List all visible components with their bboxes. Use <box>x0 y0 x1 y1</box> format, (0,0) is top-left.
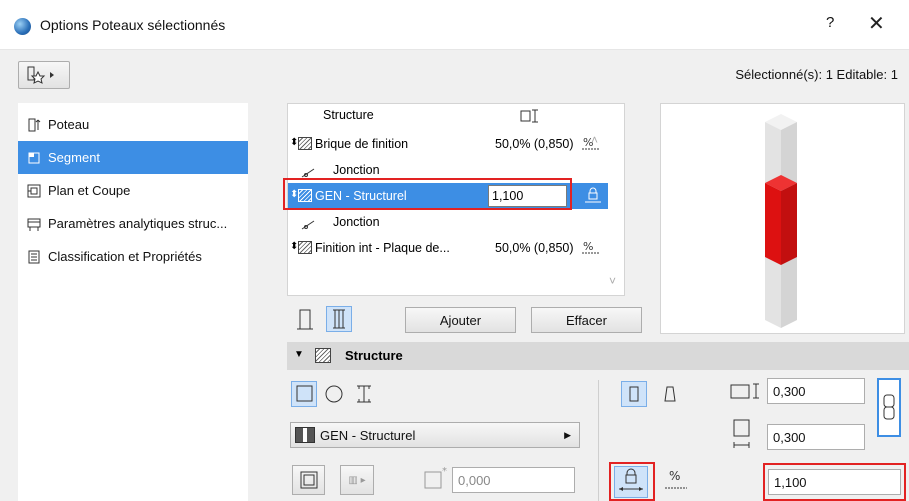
favorites-button[interactable] <box>18 61 70 89</box>
selection-info: Sélectionné(s): 1 Editable: 1 <box>735 67 898 82</box>
fill-swatch[interactable] <box>298 137 312 150</box>
help-button[interactable]: ? <box>826 14 834 31</box>
shape-profile-button[interactable] <box>351 381 377 407</box>
analytics-icon <box>27 218 41 231</box>
dropdown-arrow-icon: ▶ <box>564 430 571 440</box>
profile-icon <box>357 385 371 403</box>
nav-item-label: Plan et Coupe <box>48 183 131 198</box>
svg-text:%: % <box>669 469 680 483</box>
junction-label: Jonction <box>333 163 380 177</box>
straight-column-icon <box>297 309 313 330</box>
nav-item-analytics[interactable]: Paramètres analytiques struc... <box>18 207 248 240</box>
segment-tapered-button[interactable] <box>326 306 352 332</box>
rectangle-icon <box>296 385 313 402</box>
section-title: Structure <box>345 348 403 363</box>
nav-item-label: Poteau <box>48 117 90 132</box>
width-input[interactable]: 0,300 <box>767 378 865 404</box>
nav-item-plan-coupe[interactable]: Plan et Coupe <box>18 174 248 207</box>
delete-button[interactable]: Effacer <box>531 307 642 333</box>
collapse-arrow-icon[interactable]: ▼ <box>294 349 304 360</box>
percent-core-icon[interactable]: % <box>663 466 691 496</box>
veneer-arrow-icon: ▥ ▸ <box>348 474 366 486</box>
favorites-icon <box>27 66 54 84</box>
layer-value: 50,0% (0,850) <box>495 137 574 151</box>
layer-name: Finition int - Plaque de... <box>315 241 450 255</box>
layer-row[interactable]: ⬍ Finition int - Plaque de... 50,0% (0,8… <box>288 235 608 261</box>
lock-core-icon <box>619 468 643 491</box>
column-3d-preview <box>765 114 797 328</box>
layer-name: Brique de finition <box>315 137 409 151</box>
segment-icon <box>28 152 40 163</box>
svg-text:%: % <box>583 240 593 253</box>
archicad-logo-icon <box>14 18 31 35</box>
section-divider <box>598 380 599 501</box>
offset-input[interactable]: 0,000 <box>452 467 575 493</box>
column-tapered-button[interactable] <box>657 381 683 407</box>
title-bar: Options Poteaux sélectionnés ? ✕ <box>0 0 909 50</box>
veneer-dropdown[interactable]: ▥ ▸ <box>340 465 374 495</box>
shape-circle-button[interactable] <box>321 381 347 407</box>
column-preview <box>660 103 905 334</box>
core-height-input[interactable]: 1,100 <box>768 469 901 495</box>
depth-input[interactable]: 0,300 <box>767 424 865 450</box>
column-straight-button[interactable] <box>621 381 647 407</box>
tapered-profile-icon <box>664 386 676 402</box>
circle-icon <box>325 385 343 403</box>
junction-label: Jonction <box>333 215 380 229</box>
scroll-up-icon[interactable]: ˄ <box>591 133 598 147</box>
layer-row[interactable]: ⬍ Brique de finition 50,0% (0,850) % ˄ <box>288 131 608 157</box>
chain-link-icon <box>883 394 895 420</box>
close-button[interactable]: ✕ <box>868 11 885 35</box>
properties-icon <box>28 250 40 263</box>
fill-swatch[interactable] <box>298 241 312 254</box>
scroll-down-icon[interactable]: ˅ <box>609 274 616 288</box>
width-dimension-icon <box>730 383 759 399</box>
frame-button[interactable] <box>292 465 325 495</box>
depth-dimension-icon <box>733 419 750 448</box>
settings-nav: Poteau Segment Plan et Coupe Paramètres … <box>18 103 248 501</box>
tapered-column-icon <box>333 309 345 329</box>
straight-profile-icon <box>629 386 639 402</box>
thickness-column-icon <box>520 109 538 123</box>
fixed-core-button[interactable] <box>614 466 648 498</box>
percent-skin-icon[interactable]: % <box>581 239 603 255</box>
structure-section-header[interactable]: ▼ Structure <box>287 342 909 370</box>
nav-item-classification[interactable]: Classification et Propriétés <box>18 240 248 273</box>
window-title: Options Poteaux sélectionnés <box>40 17 226 33</box>
junction-row[interactable]: Jonction <box>288 209 608 235</box>
offset-icon: * <box>424 466 447 489</box>
layer-header-label: Structure <box>323 108 374 122</box>
segment-straight-button[interactable] <box>292 306 318 332</box>
highlight-frame <box>283 178 572 210</box>
junction-icon <box>301 220 315 230</box>
add-button[interactable]: Ajouter <box>405 307 516 333</box>
material-dropdown[interactable]: GEN - Structurel ▶ <box>290 422 580 448</box>
shape-rectangle-button[interactable] <box>291 381 317 407</box>
nav-item-segment[interactable]: Segment <box>18 141 248 174</box>
lock-thickness-icon[interactable] <box>583 186 603 204</box>
material-name: GEN - Structurel <box>320 427 416 443</box>
floorplan-icon <box>27 184 41 197</box>
junction-icon <box>301 168 315 178</box>
link-dimensions-button[interactable] <box>877 378 901 437</box>
svg-text:*: * <box>442 466 447 477</box>
material-swatch-icon <box>295 427 315 443</box>
frame-icon <box>300 471 317 489</box>
column-icon <box>28 118 41 131</box>
layer-value: 50,0% (0,850) <box>495 241 574 255</box>
nav-item-label: Segment <box>48 150 101 165</box>
structure-fill-icon <box>315 348 331 363</box>
nav-item-label: Classification et Propriétés <box>48 249 202 264</box>
nav-item-label: Paramètres analytiques struc... <box>48 216 228 231</box>
nav-item-poteau[interactable]: Poteau <box>18 108 248 141</box>
